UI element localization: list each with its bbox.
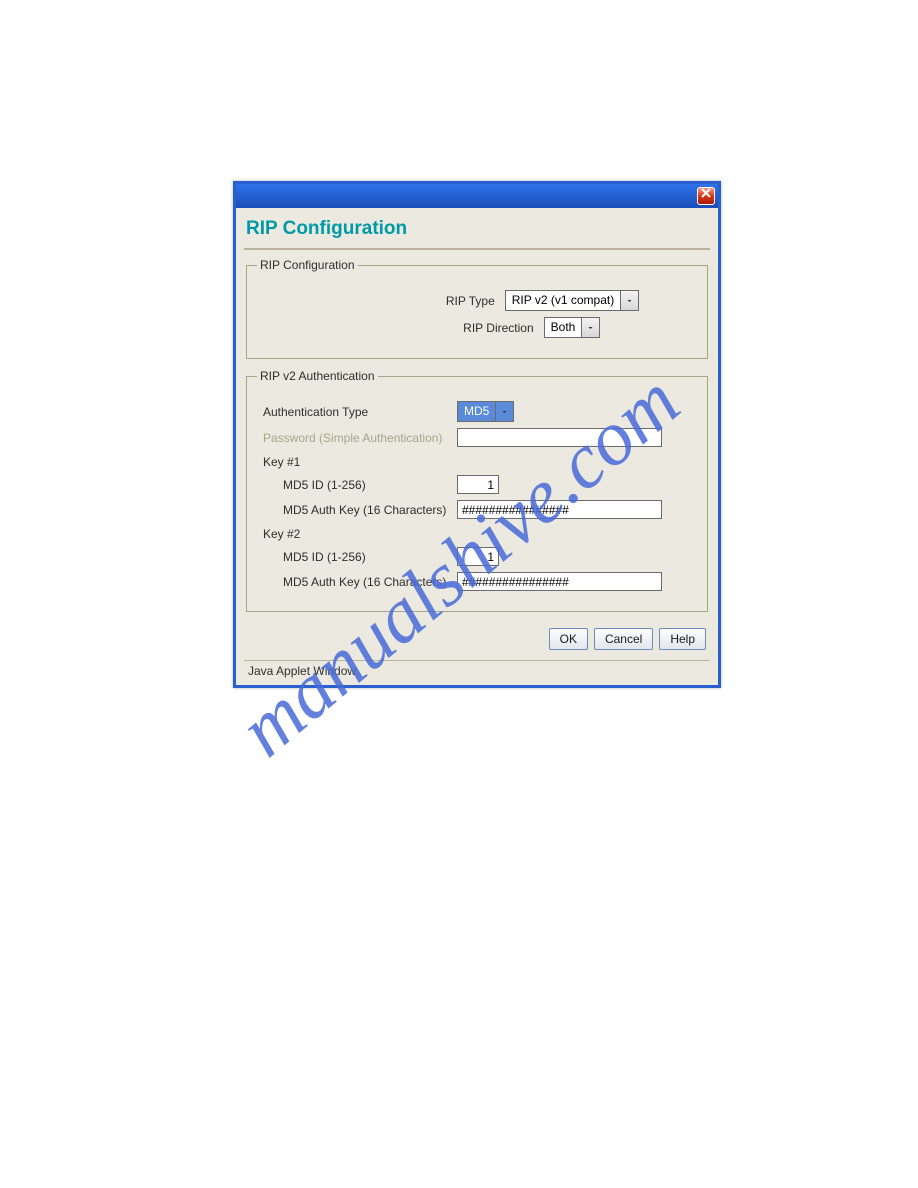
rip-direction-value: Both: [545, 318, 582, 337]
key1-key-label: MD5 Auth Key (16 Characters): [257, 503, 457, 517]
cancel-button[interactable]: Cancel: [594, 628, 653, 650]
close-icon: [701, 188, 711, 198]
chevron-down-icon: [581, 318, 599, 337]
key2-key-label: MD5 Auth Key (16 Characters): [257, 575, 457, 589]
rip-auth-group: RIP v2 Authentication Authentication Typ…: [246, 369, 708, 612]
close-button[interactable]: [697, 187, 715, 205]
rip-config-legend: RIP Configuration: [257, 258, 358, 272]
key2-key-input[interactable]: [457, 572, 662, 591]
rip-type-label: RIP Type: [315, 294, 505, 308]
key2-id-input[interactable]: [457, 547, 499, 566]
password-label: Password (Simple Authentication): [257, 431, 457, 445]
dialog-title: RIP Configuration: [244, 214, 710, 250]
rip-config-group: RIP Configuration RIP Type RIP v2 (v1 co…: [246, 258, 708, 359]
rip-type-value: RIP v2 (v1 compat): [506, 291, 620, 310]
chevron-down-icon: [495, 402, 513, 421]
statusbar: Java Applet Window: [244, 660, 710, 681]
help-button[interactable]: Help: [659, 628, 706, 650]
auth-type-value: MD5: [458, 402, 495, 421]
rip-auth-legend: RIP v2 Authentication: [257, 369, 378, 383]
key1-id-input[interactable]: [457, 475, 499, 494]
auth-type-label: Authentication Type: [257, 405, 457, 419]
dialog-body: RIP Configuration RIP Configuration RIP …: [236, 208, 718, 685]
rip-direction-select[interactable]: Both: [544, 317, 601, 338]
key1-header: Key #1: [257, 455, 697, 469]
button-row: OK Cancel Help: [244, 622, 710, 660]
key1-key-input[interactable]: [457, 500, 662, 519]
key2-id-label: MD5 ID (1-256): [257, 550, 457, 564]
chevron-down-icon: [620, 291, 638, 310]
ok-button[interactable]: OK: [549, 628, 588, 650]
key2-header: Key #2: [257, 527, 697, 541]
titlebar[interactable]: [236, 184, 718, 208]
rip-config-dialog: RIP Configuration RIP Configuration RIP …: [233, 181, 721, 688]
rip-direction-label: RIP Direction: [354, 321, 544, 335]
key1-id-label: MD5 ID (1-256): [257, 478, 457, 492]
rip-type-select[interactable]: RIP v2 (v1 compat): [505, 290, 639, 311]
auth-type-select[interactable]: MD5: [457, 401, 514, 422]
password-input: [457, 428, 662, 447]
